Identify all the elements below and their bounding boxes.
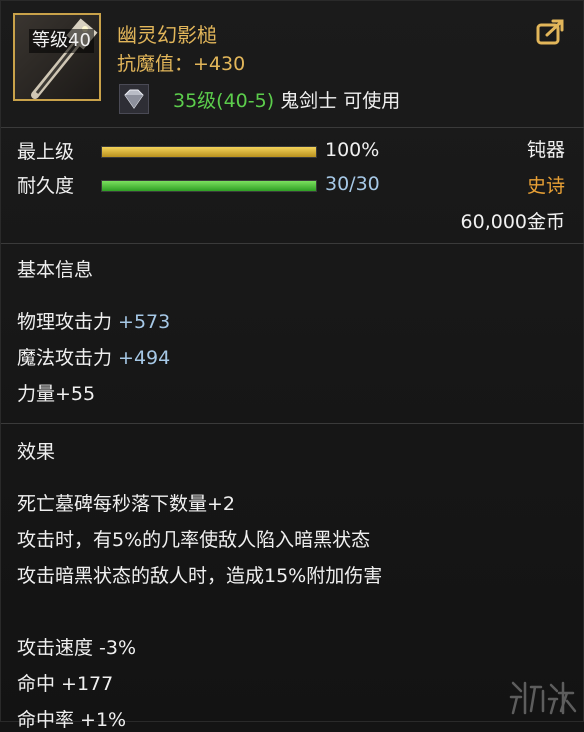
required-class: 鬼剑士 可使用 xyxy=(274,90,401,112)
basic-info-title: 基本信息 xyxy=(17,259,94,281)
required-level: 35级(40-5) xyxy=(173,90,275,112)
divider xyxy=(1,243,584,244)
grade-value: 100% xyxy=(325,139,380,161)
divider xyxy=(1,127,584,128)
anti-magic-value: 抗魔值：+430 xyxy=(117,53,246,75)
item-tooltip-panel: 等级40 幽灵幻影槌 抗魔值：+430 35级(40-5) 鬼剑士 可使用 最上… xyxy=(0,0,584,731)
physical-attack-label: 物理攻击力 xyxy=(17,311,119,333)
effects-title: 效果 xyxy=(17,441,56,463)
site-watermark-logo xyxy=(509,681,577,715)
effect-line: 攻击速度 -3% xyxy=(17,637,137,659)
divider xyxy=(1,423,584,424)
physical-attack: 物理攻击力 +573 xyxy=(17,307,170,334)
magic-attack-value: +494 xyxy=(118,347,171,369)
durability-bar xyxy=(101,180,317,192)
diamond-gem-icon xyxy=(119,84,149,114)
effect-line: 攻击时，有5%的几率使敌人陷入暗黑状态 xyxy=(17,529,371,551)
durability-value: 30/30 xyxy=(325,173,380,195)
weapon-type: 钝器 xyxy=(526,139,565,161)
grade-bar-fill xyxy=(102,147,316,157)
share-arrow-icon[interactable] xyxy=(535,17,565,47)
effect-line: 死亡墓碑每秒落下数量+2 xyxy=(17,493,236,515)
effect-line: 攻击暗黑状态的敌人时，造成15%附加伤害 xyxy=(17,565,383,587)
item-price: 60,000金币 xyxy=(460,211,565,233)
effect-line: 命中率 +1% xyxy=(17,709,127,731)
magic-attack: 魔法攻击力 +494 xyxy=(17,343,170,370)
magic-attack-label: 魔法攻击力 xyxy=(17,347,119,369)
grade-label: 最上级 xyxy=(17,141,75,163)
durability-bar-fill xyxy=(102,181,316,191)
effect-line: 命中 +177 xyxy=(17,673,114,695)
durability-label: 耐久度 xyxy=(17,175,75,197)
item-level-badge: 等级40 xyxy=(29,29,94,53)
physical-attack-value: +573 xyxy=(118,311,171,333)
hammer-weapon-icon xyxy=(15,15,99,99)
weapon-icon-frame[interactable]: 等级40 xyxy=(13,13,101,101)
rarity-label: 史诗 xyxy=(526,175,565,197)
usage-requirement: 35级(40-5) 鬼剑士 可使用 xyxy=(173,86,400,113)
strength-stat: 力量+55 xyxy=(17,383,96,405)
grade-bar xyxy=(101,146,317,158)
item-name: 幽灵幻影槌 xyxy=(117,23,217,47)
